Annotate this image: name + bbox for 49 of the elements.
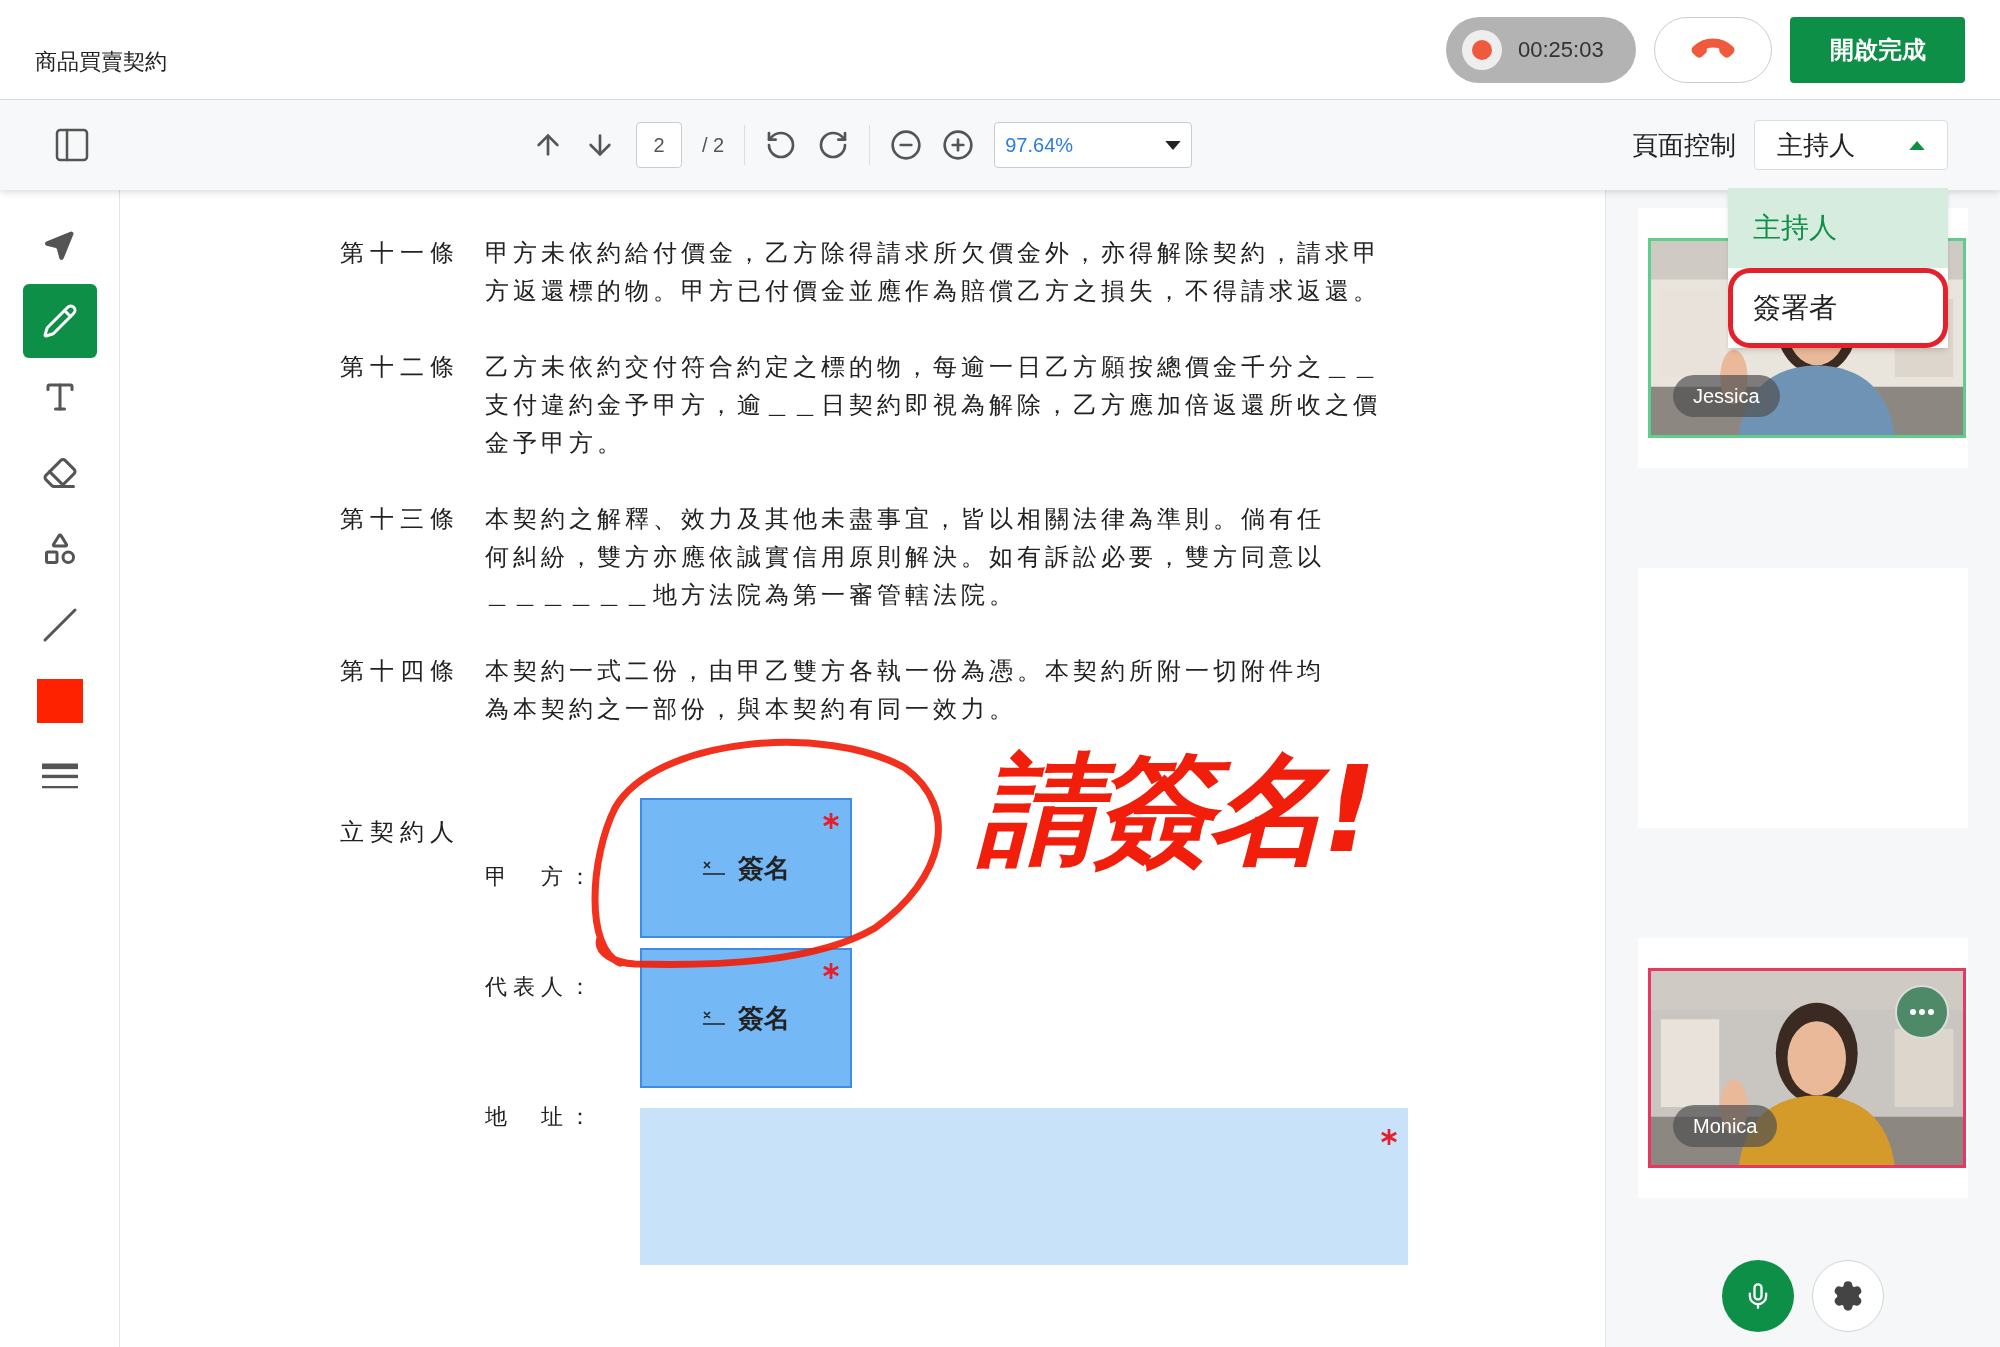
field-label: 地 址：	[485, 1103, 598, 1131]
article-text: 甲方未依約給付價金，乙方除得請求所欠價金外，亦得解除契約，請求甲	[485, 238, 1381, 269]
zoom-out-icon[interactable]	[890, 129, 923, 161]
article-number: 第十四條	[340, 656, 461, 687]
article-text: 為本契約之一部份，與本契約有同一效力。	[485, 694, 1018, 725]
pencil-icon	[41, 303, 78, 339]
article-text: 何糾紛，雙方亦應依誠實信用原則解決。如有訴訟必要，雙方同意以	[485, 542, 1325, 573]
signature-label: 簽名	[738, 852, 790, 885]
line-icon	[41, 607, 78, 643]
zoom-in-icon[interactable]	[942, 129, 975, 161]
participant-name: Monica	[1673, 1105, 1778, 1147]
caret-icon	[1165, 140, 1182, 150]
signature-field[interactable]: 簽名	[640, 798, 852, 938]
article-text: 乙方未依約交付符合約定之標的物，每逾一日乙方願按總價金千分之＿＿	[485, 352, 1381, 383]
required-icon	[1380, 1128, 1398, 1146]
page-control-label: 頁面控制	[1632, 128, 1736, 162]
caret-icon	[1909, 140, 1925, 150]
more-icon	[1910, 1009, 1934, 1015]
field-label: 代表人：	[485, 973, 598, 1001]
document-title: 商品買賣契約	[35, 48, 167, 76]
page-total: / 2	[702, 133, 725, 158]
article-text: 本契約之解釋、效力及其他未盡事宜，皆以相關法律為準則。倘有任	[485, 504, 1325, 535]
article-number: 第十二條	[340, 352, 461, 383]
article-number: 第十三條	[340, 504, 461, 535]
sign-mark-icon	[702, 860, 726, 876]
article-text: 支付違約金予甲方，逾＿＿日契約即視為解除，乙方應加倍返還所收之價	[485, 390, 1381, 421]
article-text: 本契約一式二份，由甲乙雙方各執一份為憑。本契約所附一切附件均	[485, 656, 1325, 687]
eraser-icon	[41, 455, 78, 491]
signature-field[interactable]: 簽名	[640, 948, 852, 1088]
sign-mark-icon	[702, 1010, 726, 1026]
tool-button[interactable]	[22, 284, 97, 358]
article-text: ＿＿＿＿＿＿地方法院為第一審管轄法院。	[485, 580, 1018, 611]
article-text: 方返還標的物。甲方已付價金並應作為賠償乙方之損失，不得請求返還。	[485, 276, 1381, 307]
role-option[interactable]: 簽署者	[1728, 268, 1948, 348]
settings-icon	[1832, 1280, 1864, 1312]
page-number-field[interactable]: 2	[636, 122, 682, 168]
required-icon	[822, 812, 840, 830]
signature-label: 簽名	[738, 1002, 790, 1035]
role-select[interactable]: 主持人	[1754, 120, 1948, 170]
field-label: 甲 方：	[485, 863, 598, 891]
required-icon	[822, 962, 840, 980]
finish-button[interactable]: 開啟完成	[1790, 16, 1965, 83]
zoom-select[interactable]: 97.64%	[994, 122, 1193, 168]
participant-name: Jessica	[1673, 375, 1780, 417]
address-field[interactable]	[640, 1108, 1408, 1265]
article-number: 第十一條	[340, 238, 461, 269]
recording-time: 00:25:03	[1518, 36, 1604, 64]
article-text: 金予甲方。	[485, 428, 626, 459]
signatory-heading: 立契約人	[340, 817, 461, 848]
